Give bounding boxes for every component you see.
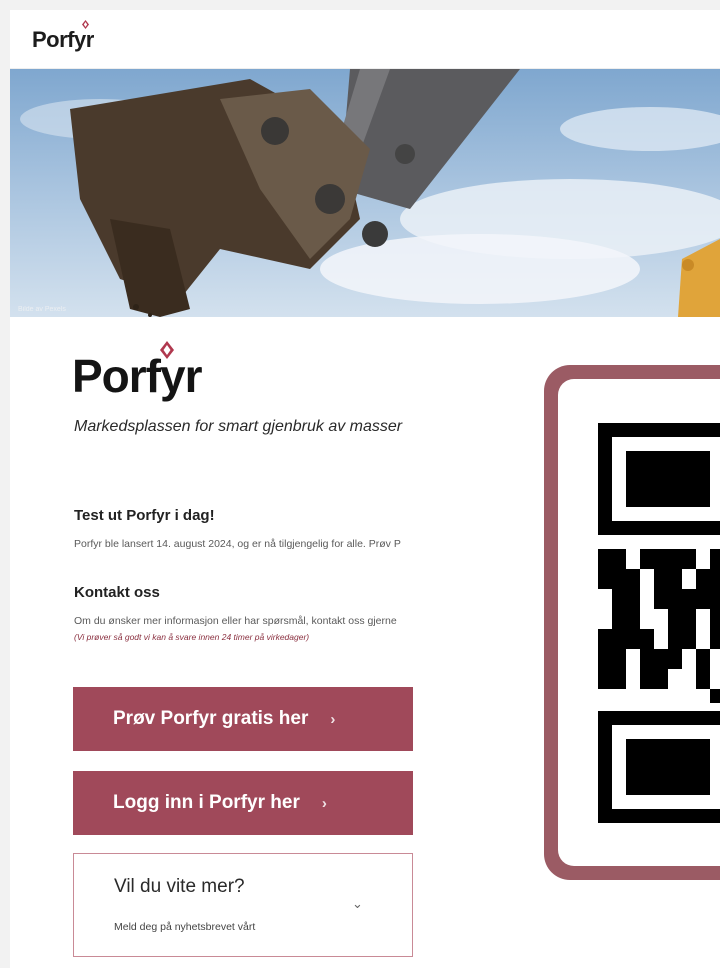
diamond-logo-icon [160, 341, 174, 359]
chevron-right-icon: › [321, 794, 327, 812]
top-bar: Porfyr [10, 10, 720, 69]
chevron-right-icon: › [330, 710, 336, 728]
contact-body: Om du ønsker mer informasjon eller har s… [74, 615, 397, 627]
newsletter-title: Vil du vite mer? [114, 876, 245, 897]
try-free-button[interactable]: Prøv Porfyr gratis her › [73, 687, 413, 751]
logo-text: Porfyr [72, 350, 202, 402]
tagline: Markedsplassen for smart gjenbruk av mas… [74, 418, 403, 435]
qr-card-inner [558, 379, 720, 866]
contact-heading: Kontakt oss [74, 584, 160, 601]
newsletter-accordion[interactable]: Vil du vite mer? Meld deg på nyhetsbreve… [73, 853, 413, 957]
qr-code[interactable] [598, 423, 720, 823]
qr-card [544, 365, 720, 880]
porfyr-logo: Porfyr [72, 341, 202, 402]
diamond-logo-icon [82, 20, 89, 29]
test-heading: Test ut Porfyr i dag! [74, 507, 215, 524]
newsletter-subtitle: Meld deg på nyhetsbrevet vårt [114, 921, 256, 933]
login-button[interactable]: Logg inn i Porfyr her › [73, 771, 413, 835]
contact-note: (Vi prøver så godt vi kan å svare innen … [74, 632, 310, 642]
try-free-label: Prøv Porfyr gratis her [113, 708, 309, 729]
header-brand-text: Porfyr [32, 27, 94, 52]
excavator-illustration [20, 69, 720, 317]
hero-image: Bilde av Pexels [10, 69, 720, 317]
header-brand[interactable]: Porfyr [32, 20, 94, 53]
test-body: Porfyr ble lansert 14. august 2024, og e… [74, 538, 401, 550]
image-credit[interactable]: Bilde av Pexels [18, 306, 66, 313]
login-label: Logg inn i Porfyr her [113, 792, 300, 813]
chevron-down-icon: ⌄ [352, 896, 363, 911]
